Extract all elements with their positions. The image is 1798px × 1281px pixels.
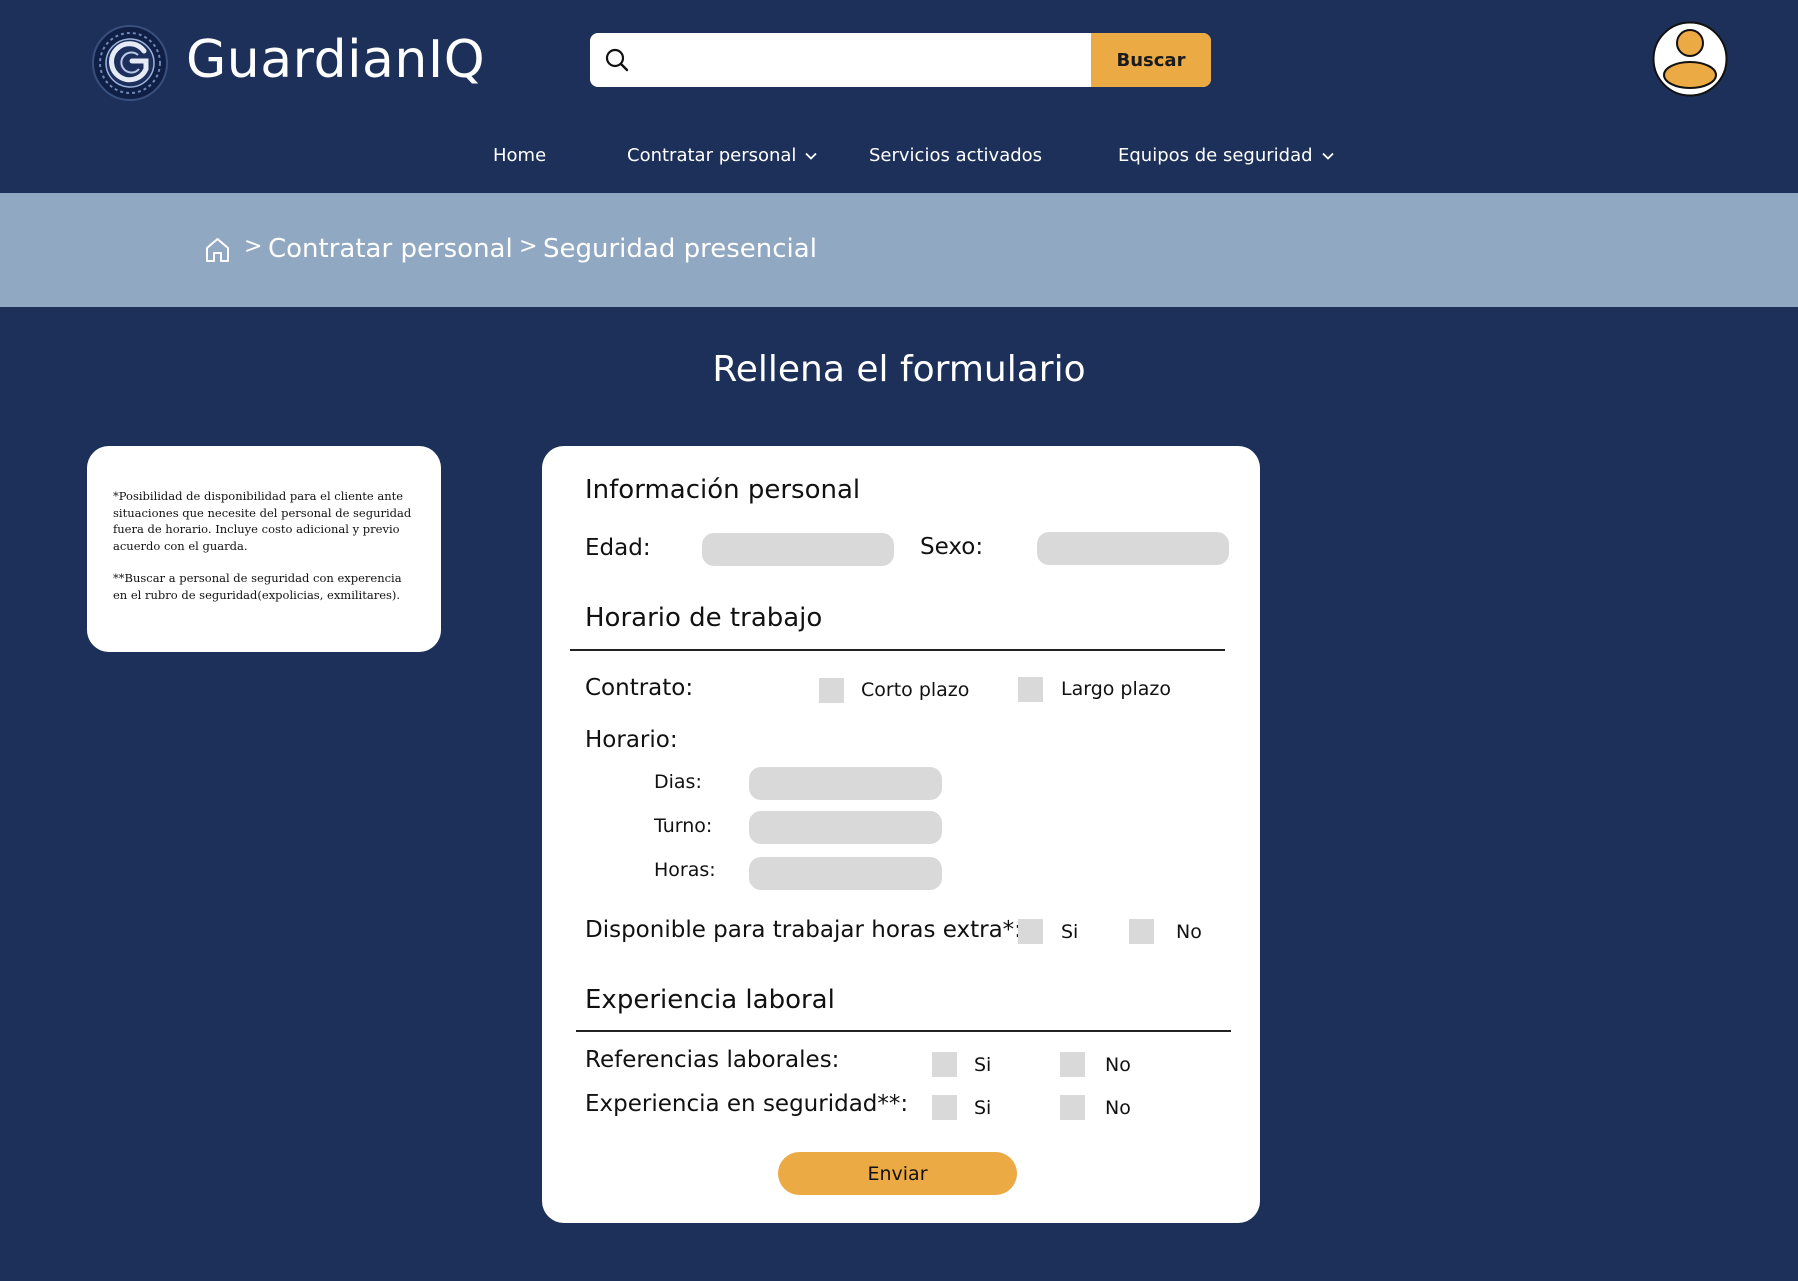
home-icon[interactable] xyxy=(204,236,231,263)
search-bar: Buscar xyxy=(590,33,1211,87)
security-experience-label: Experiencia en seguridad**: xyxy=(585,1091,909,1117)
sex-field[interactable] xyxy=(1037,532,1229,565)
contract-label: Contrato: xyxy=(585,675,694,701)
contract-long-label: Largo plazo xyxy=(1061,678,1172,700)
breadcrumb-separator: > xyxy=(519,234,538,259)
checkbox-security-yes[interactable] xyxy=(932,1095,957,1120)
nav-item-label: Servicios activados xyxy=(869,145,1043,166)
references-label: Referencias laborales: xyxy=(585,1047,840,1073)
breadcrumb-contratar-personal[interactable]: Contratar personal xyxy=(268,231,513,267)
checkbox-overtime-yes[interactable] xyxy=(1018,919,1043,944)
submit-button[interactable]: Enviar xyxy=(778,1152,1017,1195)
age-field[interactable] xyxy=(702,533,894,566)
section-title-schedule: Horario de trabajo xyxy=(585,603,823,633)
overtime-yes-label: Si xyxy=(1061,921,1079,943)
checkbox-references-yes[interactable] xyxy=(932,1052,957,1077)
search-button[interactable]: Buscar xyxy=(1091,33,1211,87)
sex-label: Sexo: xyxy=(920,534,984,560)
section-divider xyxy=(576,1030,1231,1032)
search-input[interactable] xyxy=(640,33,1084,87)
nav-item-equipos-de-seguridad[interactable]: Equipos de seguridad xyxy=(1118,142,1335,170)
security-no-label: No xyxy=(1105,1097,1131,1119)
note-experience: **Buscar a personal de seguridad con exp… xyxy=(113,571,402,602)
security-yes-label: Si xyxy=(974,1097,992,1119)
nav-item-home[interactable]: Home xyxy=(493,142,546,170)
shift-label: Turno: xyxy=(654,815,713,837)
schedule-label: Horario: xyxy=(585,727,678,753)
hire-form: Información personal Edad: Sexo: Horario… xyxy=(542,446,1260,1223)
nav-item-contratar-personal[interactable]: Contratar personal xyxy=(627,142,818,170)
days-field[interactable] xyxy=(749,767,942,800)
brand-name[interactable]: GuardianIQ xyxy=(186,24,485,96)
user-avatar-icon[interactable] xyxy=(1652,21,1728,97)
overtime-no-label: No xyxy=(1176,921,1202,943)
checkbox-contract-long[interactable] xyxy=(1018,677,1043,702)
nav-item-label: Home xyxy=(493,145,547,166)
checkbox-references-no[interactable] xyxy=(1060,1052,1085,1077)
nav-item-label: Equipos de seguridad xyxy=(1118,145,1313,166)
checkbox-overtime-no[interactable] xyxy=(1129,919,1154,944)
days-label: Dias: xyxy=(654,771,702,793)
hours-field[interactable] xyxy=(749,857,942,890)
checkbox-contract-short[interactable] xyxy=(819,678,844,703)
checkbox-security-no[interactable] xyxy=(1060,1095,1085,1120)
section-divider xyxy=(570,649,1225,651)
hours-label: Horas: xyxy=(654,859,716,881)
chevron-down-icon xyxy=(1321,152,1334,160)
overtime-label: Disponible para trabajar horas extra*: xyxy=(585,917,1022,943)
search-icon xyxy=(605,48,629,72)
references-yes-label: Si xyxy=(974,1054,992,1076)
section-title-experience: Experiencia laboral xyxy=(585,985,835,1015)
breadcrumb-separator: > xyxy=(244,234,263,259)
shift-field[interactable] xyxy=(749,811,942,844)
chevron-down-icon xyxy=(805,152,818,160)
brand-logo-icon[interactable] xyxy=(92,25,168,101)
nav-item-servicios-activados[interactable]: Servicios activados xyxy=(869,142,1042,170)
page-title: Rellena el formulario xyxy=(712,349,1086,390)
age-label: Edad: xyxy=(585,535,651,561)
contract-short-label: Corto plazo xyxy=(861,679,970,701)
note-overtime: *Posibilidad de disponibilidad para el c… xyxy=(113,489,412,553)
notes-card: *Posibilidad de disponibilidad para el c… xyxy=(87,446,441,652)
nav-item-label: Contratar personal xyxy=(627,145,797,166)
breadcrumb-seguridad-presencial: Seguridad presencial xyxy=(543,234,817,264)
references-no-label: No xyxy=(1105,1054,1131,1076)
section-title-personal-info: Información personal xyxy=(585,475,861,505)
